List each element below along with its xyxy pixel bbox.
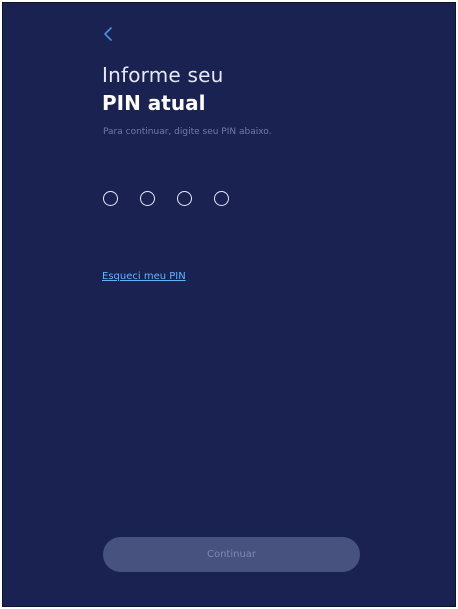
pin-digit-2 — [140, 191, 155, 206]
pin-digit-1 — [103, 191, 118, 206]
pin-digit-3 — [177, 191, 192, 206]
continue-button[interactable]: Continuar — [103, 537, 360, 572]
title-line-2: PIN atual — [102, 91, 206, 115]
forgot-pin-link[interactable]: Esqueci meu PIN — [102, 271, 186, 282]
pin-screen: Informe seu PIN atual Para continuar, di… — [2, 2, 456, 607]
back-button[interactable] — [97, 21, 119, 47]
chevron-left-icon — [104, 27, 112, 41]
pin-input[interactable] — [103, 191, 229, 206]
title-line-1: Informe seu — [102, 63, 224, 87]
subtitle: Para continuar, digite seu PIN abaixo. — [103, 127, 272, 137]
pin-digit-4 — [214, 191, 229, 206]
